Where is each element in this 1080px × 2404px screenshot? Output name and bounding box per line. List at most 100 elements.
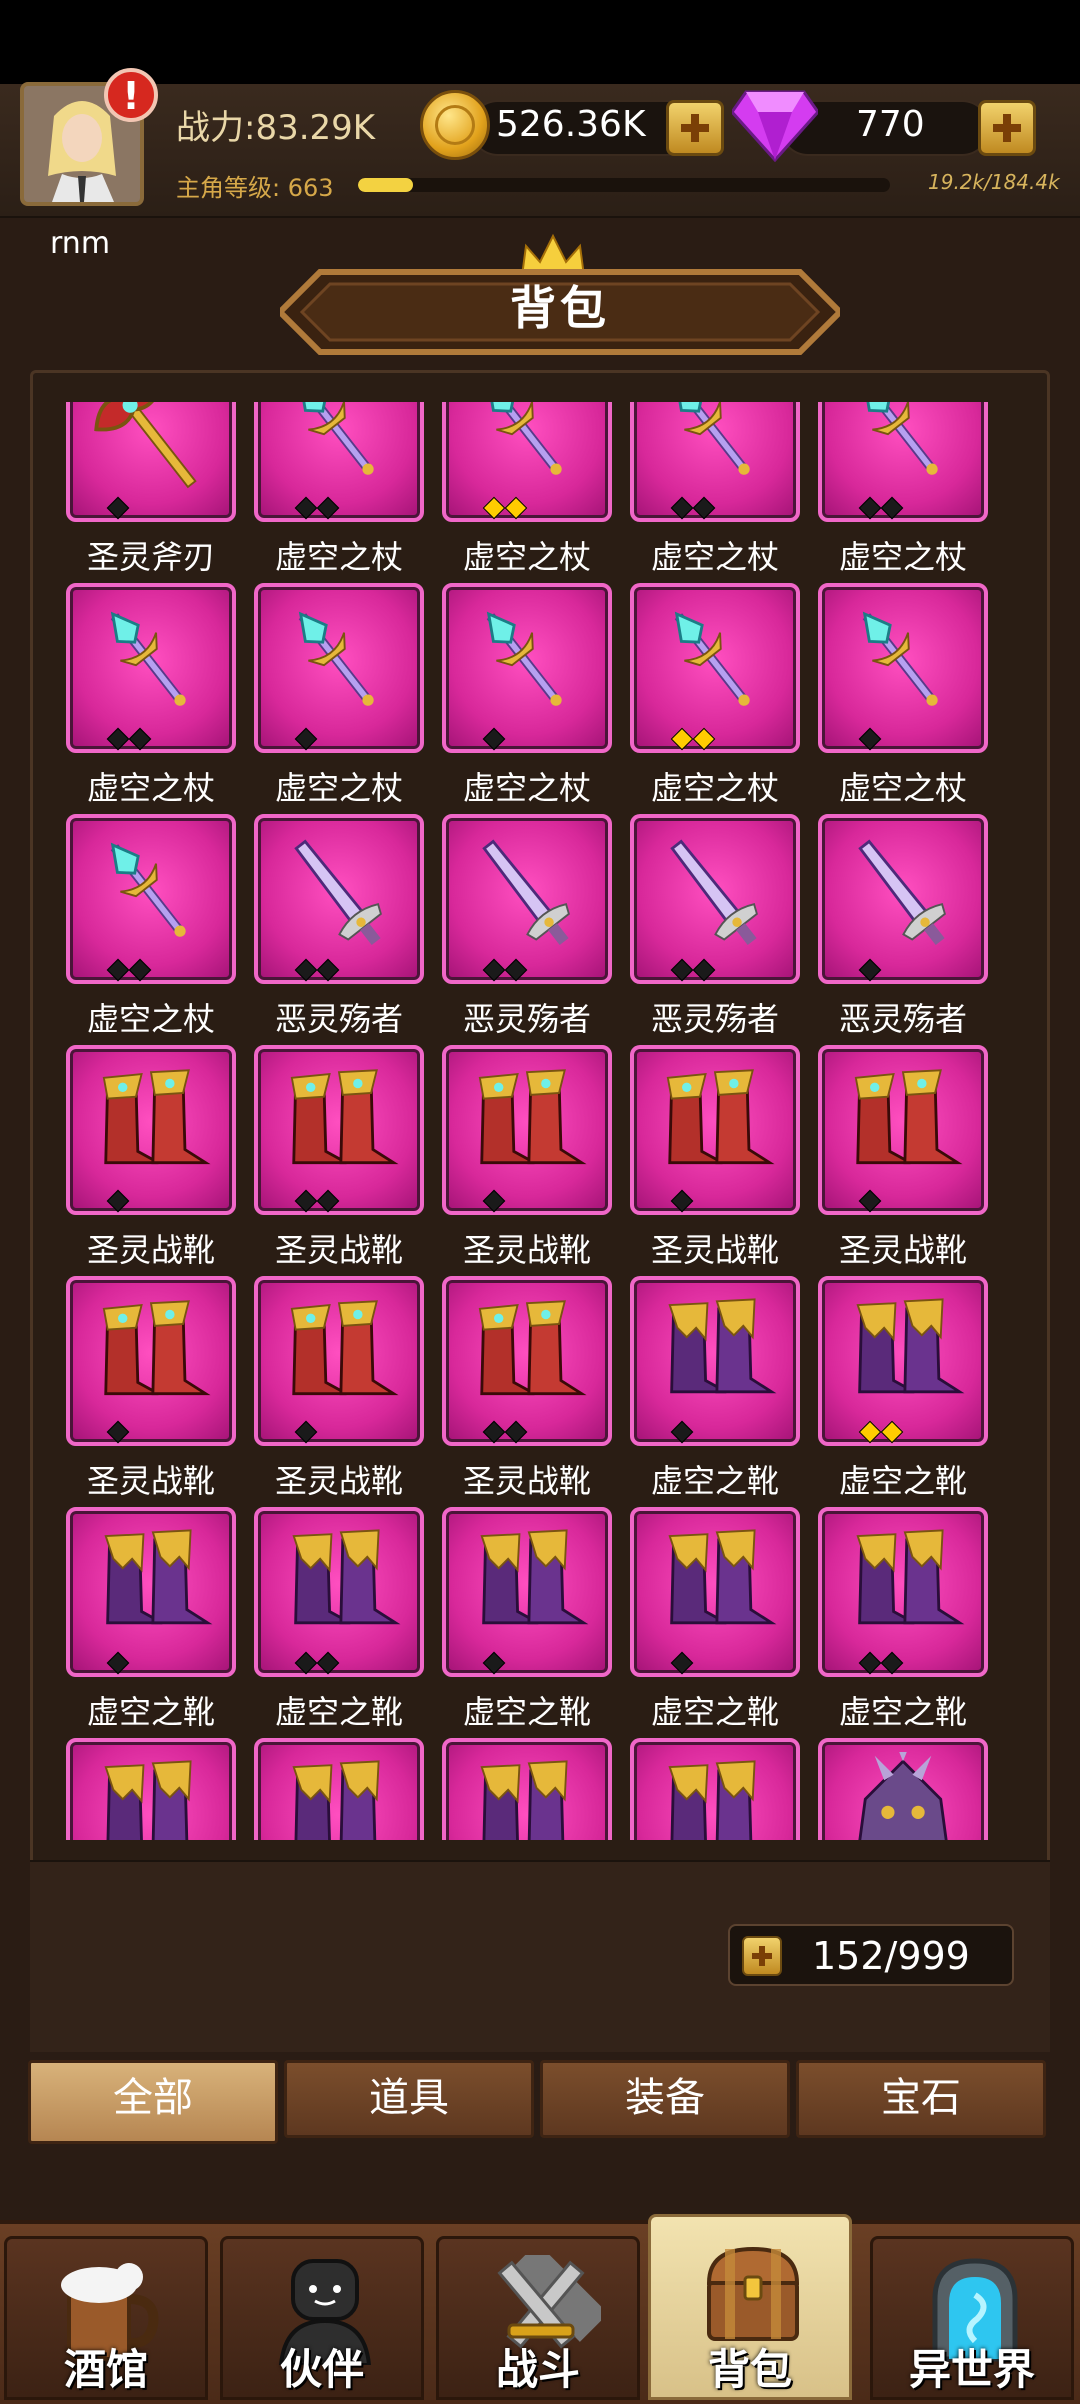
inventory-item[interactable]: 圣灵战靴 (442, 1276, 612, 1500)
inventory-item[interactable]: 虚空之杖 (818, 402, 988, 576)
item-card[interactable] (818, 583, 988, 753)
item-card[interactable] (630, 1276, 800, 1446)
inventory-item[interactable]: 圣灵战靴 (66, 1276, 236, 1500)
inventory-item[interactable]: 虚空之靴 (66, 1507, 236, 1731)
tab-equipment[interactable]: 装备 (540, 2060, 790, 2138)
inventory-item[interactable]: 圣灵战靴 (442, 1045, 612, 1269)
inventory-item[interactable]: 圣灵战靴 (818, 1045, 988, 1269)
item-card[interactable] (66, 1738, 236, 1840)
purple-boots-icon (292, 1529, 401, 1625)
inventory-item[interactable]: 恶灵殇者 (818, 814, 988, 1038)
item-card[interactable] (818, 1507, 988, 1677)
inventory-item[interactable]: 虚空之靴 (630, 1507, 800, 1731)
item-card[interactable] (254, 1738, 424, 1840)
quality-pips (106, 1420, 132, 1444)
item-card[interactable] (442, 1276, 612, 1446)
nav-backpack[interactable]: 背包 (648, 2214, 852, 2400)
inventory-item[interactable]: 虚空之杖 (66, 814, 236, 1038)
nav-other-world[interactable]: 异世界 (870, 2236, 1074, 2400)
inventory-item[interactable]: 恶灵殇者 (442, 814, 612, 1038)
item-card[interactable] (818, 402, 988, 522)
nav-battle[interactable]: 战斗 (436, 2236, 640, 2400)
quality-pips (670, 958, 718, 982)
inventory-item[interactable]: 虚空之靴 (254, 1507, 424, 1731)
nav-partners[interactable]: 伙伴 (220, 2236, 424, 2400)
item-card[interactable] (254, 1276, 424, 1446)
inventory-item[interactable]: 虚空之杖 (818, 583, 988, 807)
inventory-item[interactable]: 恶灵殇者 (630, 814, 800, 1038)
item-card[interactable] (818, 814, 988, 984)
inventory-item[interactable]: 虚空之靴 (818, 1276, 988, 1500)
item-card[interactable] (630, 1738, 800, 1840)
inventory-item[interactable]: 虚空之靴 (442, 1507, 612, 1731)
nav-partners-label: 伙伴 (279, 2345, 364, 2394)
inventory-item[interactable]: 虚空之靴 (818, 1507, 988, 1731)
item-card[interactable] (254, 1045, 424, 1215)
item-card[interactable] (442, 814, 612, 984)
quality-pips (106, 958, 154, 982)
add-gem-button[interactable] (978, 100, 1036, 156)
item-card[interactable] (442, 1045, 612, 1215)
tab-gems[interactable]: 宝石 (796, 2060, 1046, 2138)
item-card[interactable] (442, 402, 612, 522)
inventory-item[interactable]: 圣灵战靴 (630, 1045, 800, 1269)
nav-tavern[interactable]: 酒馆 (4, 2236, 208, 2400)
item-name: 恶灵殇者 (838, 1000, 967, 1038)
alert-badge[interactable]: ! (104, 68, 158, 122)
red-boots-icon (290, 1300, 399, 1396)
item-card[interactable] (630, 402, 800, 522)
tab-items[interactable]: 道具 (284, 2060, 534, 2138)
inventory-item[interactable]: 虚空之杖 (254, 583, 424, 807)
inventory-item[interactable]: 圣灵斧刃 (66, 402, 236, 576)
item-card[interactable] (442, 1738, 612, 1840)
staff-icon (486, 611, 562, 706)
item-card[interactable] (630, 1507, 800, 1677)
quality-pip-icon (670, 1420, 694, 1444)
item-card[interactable] (66, 583, 236, 753)
red-boots-icon (478, 1300, 587, 1396)
inventory-item[interactable] (818, 1738, 988, 1840)
item-card[interactable] (254, 814, 424, 984)
item-card[interactable] (66, 1045, 236, 1215)
item-card[interactable] (66, 1276, 236, 1446)
quality-pips (294, 496, 342, 520)
item-card[interactable] (630, 583, 800, 753)
inventory-item[interactable]: 虚空之杖 (254, 402, 424, 576)
capacity-display[interactable]: 152/999 (728, 1924, 1014, 1986)
inventory-item[interactable]: 虚空之杖 (66, 583, 236, 807)
inventory-item[interactable] (66, 1738, 236, 1840)
inventory-item[interactable] (442, 1738, 612, 1840)
purple-boots-icon (104, 1529, 213, 1625)
inventory-item[interactable]: 圣灵战靴 (66, 1045, 236, 1269)
item-card[interactable] (630, 1045, 800, 1215)
inventory-item[interactable] (630, 1738, 800, 1840)
item-card[interactable] (630, 814, 800, 984)
page-title: 背包 (510, 281, 610, 335)
inventory-item[interactable]: 圣灵战靴 (254, 1276, 424, 1500)
item-card[interactable] (66, 402, 236, 522)
inventory-item[interactable]: 虚空之杖 (442, 583, 612, 807)
item-card[interactable] (442, 583, 612, 753)
item-card[interactable] (254, 583, 424, 753)
quality-pips (858, 496, 906, 520)
item-card[interactable] (254, 402, 424, 522)
inventory-item[interactable]: 虚空之靴 (630, 1276, 800, 1500)
inventory-item[interactable]: 圣灵战靴 (254, 1045, 424, 1269)
inventory-grid[interactable]: 圣灵斧刃 虚空之杖 虚空之杖 虚空之杖 虚空之杖 虚空之杖 虚空之杖 虚空之杖 虚空之杖 虚空之杖… (66, 402, 1016, 1840)
add-gold-button[interactable] (666, 100, 724, 156)
item-card[interactable] (66, 814, 236, 984)
item-card[interactable] (818, 1045, 988, 1215)
item-card[interactable] (818, 1276, 988, 1446)
inventory-item[interactable] (254, 1738, 424, 1840)
tab-all[interactable]: 全部 (28, 2060, 278, 2144)
item-card[interactable] (254, 1507, 424, 1677)
inventory-item[interactable]: 虚空之杖 (442, 402, 612, 576)
item-card[interactable] (442, 1507, 612, 1677)
item-card[interactable] (66, 1507, 236, 1677)
item-card[interactable] (818, 1738, 988, 1840)
inventory-item[interactable]: 恶灵殇者 (254, 814, 424, 1038)
nav-other-world-label: 异世界 (908, 2345, 1035, 2394)
expand-capacity-button[interactable] (742, 1936, 782, 1976)
inventory-item[interactable]: 虚空之杖 (630, 402, 800, 576)
inventory-item[interactable]: 虚空之杖 (630, 583, 800, 807)
